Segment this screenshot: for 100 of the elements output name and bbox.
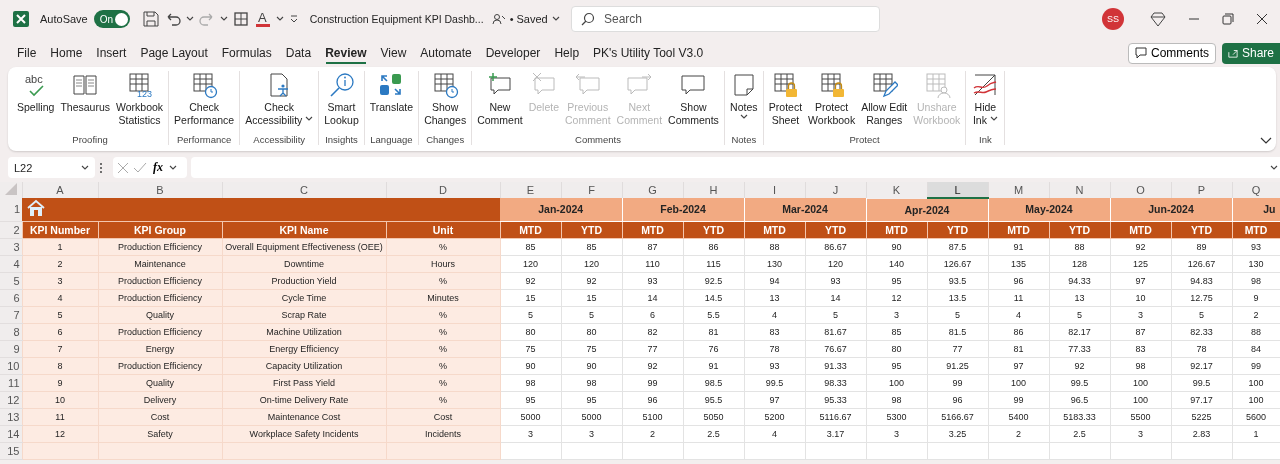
menu-tab[interactable]: Data [278,42,319,64]
ribbon-button[interactable]: Hide Ink [968,71,1003,133]
home-icon[interactable] [26,199,46,218]
more-options-icon[interactable] [99,161,103,174]
column-header[interactable]: L [927,182,988,198]
speech-bubble-icon [1135,47,1147,59]
autosave-toggle[interactable]: On [93,10,130,28]
column-header[interactable]: C [222,182,386,198]
menu-tab[interactable]: Help [547,42,587,64]
ribbon-button[interactable]: Translate [366,71,417,133]
ribbon-button[interactable]: Show Comments [665,71,722,133]
column-header[interactable]: N [1049,182,1110,198]
chevron-icon [551,16,560,22]
ribbon-button[interactable]: Check Performance [171,71,238,133]
column-header[interactable]: I [744,182,805,198]
column-header[interactable]: M [988,182,1049,198]
column-header[interactable]: O [1110,182,1171,198]
column-header[interactable]: K [866,182,927,198]
menu-tab[interactable]: Insert [89,42,134,64]
menu-tab[interactable]: Developer [478,42,548,64]
spreadsheet-app-icon [12,10,30,28]
column-header[interactable]: F [561,182,622,198]
month-header: Mar-2024 [744,198,866,221]
column-header[interactable]: B [98,182,222,198]
restore-icon[interactable] [1222,13,1234,25]
column-header[interactable]: P [1171,182,1232,198]
search-field[interactable]: Search [571,6,880,32]
caret-icon [1270,164,1278,171]
month-header: Jan-2024 [500,198,622,221]
ribbon-button[interactable]: Allow Edit Ranges [858,71,911,133]
column-heading: KPI Number [22,221,98,238]
ribbon-button[interactable]: Smart Lookup [321,71,362,133]
ribbon-button[interactable]: Protect Sheet [765,71,806,133]
menu-tab[interactable]: Review [318,42,374,64]
ribbon-button[interactable]: New Comment [474,71,526,133]
row-number[interactable]: 1 [0,198,22,221]
group-label: Language [370,133,413,145]
ribbon-button[interactable]: Protect Workbook [805,71,859,133]
column-heading: Unit [386,221,500,238]
month-header: May-2024 [988,198,1110,221]
menu-tab[interactable]: File [10,42,44,64]
ribbon-button[interactable]: Notes [726,71,761,133]
month-header: Ju [1232,198,1280,221]
grid-pencil-icon [870,71,899,99]
ribbon-button[interactable]: 123 Workbook Statistics [113,71,167,133]
close-icon[interactable] [1256,13,1268,25]
group-label: Proofing [72,133,108,145]
caret-icon [81,164,89,171]
menu-tab[interactable]: Page Layout [133,42,215,64]
column-header[interactable]: G [622,182,683,198]
column-heading: KPI Name [222,221,386,238]
name-box[interactable]: L22 [8,157,95,178]
caret-icon [185,16,194,22]
people-icon[interactable] [491,12,506,26]
ribbon-button[interactable]: Check Accessibility [242,71,317,133]
ribbon-button[interactable]: abc Spelling [14,71,58,133]
grid-clock-icon [431,71,460,99]
month-header: Apr-2024 [866,198,988,221]
share-icon [1228,47,1238,59]
group-label: Performance [176,133,232,145]
group-label: Comments [575,133,621,145]
comments-button[interactable]: Comments [1128,42,1216,64]
column-header[interactable]: A [22,182,98,198]
column-header[interactable]: E [500,182,561,198]
menu-tab[interactable]: Home [43,42,90,64]
ribbon-button[interactable]: Show Changes [421,71,470,133]
document-title: Construction Equipment KPI Dashb... [309,13,484,25]
month-header: Feb-2024 [622,198,744,221]
group-label: Insights [325,133,358,145]
column-header[interactable]: H [683,182,744,198]
diamond-icon[interactable] [1150,11,1166,27]
month-header: Jun-2024 [1110,198,1232,221]
caret-icon [169,164,177,171]
column-heading: KPI Group [98,221,222,238]
column-header[interactable]: D [386,182,500,198]
ribbon-button[interactable]: Thesaurus [57,71,113,133]
menu-tab[interactable]: Automate [413,42,479,64]
group-label: Changes [426,133,465,145]
formula-input[interactable] [191,157,1280,178]
group-label: Notes [731,133,757,145]
caret-icon [275,16,284,22]
borders-icon[interactable] [231,10,250,28]
column-header[interactable]: J [805,182,866,198]
share-button[interactable]: Share [1222,42,1280,64]
menu-tab[interactable]: PK's Utility Tool V3.0 [586,42,711,64]
cancel-icon[interactable] [117,161,129,174]
caret-icon [219,16,228,22]
save-icon[interactable] [141,10,160,28]
column-header[interactable]: Q [1232,182,1280,198]
user-avatar[interactable]: SS [1102,8,1124,30]
grid-clock-icon [190,71,219,99]
save-status[interactable]: • Saved [509,13,548,25]
menu-tab[interactable]: View [373,42,414,64]
menu-tab[interactable]: Formulas [214,42,279,64]
insert-function-button[interactable]: fx [151,160,165,175]
enter-check-icon[interactable] [133,161,147,174]
collapse-ribbon-icon[interactable] [1260,137,1272,145]
search-icon [581,12,595,26]
group-label: Accessibility [253,133,306,145]
grid-lock-icon [771,71,800,99]
